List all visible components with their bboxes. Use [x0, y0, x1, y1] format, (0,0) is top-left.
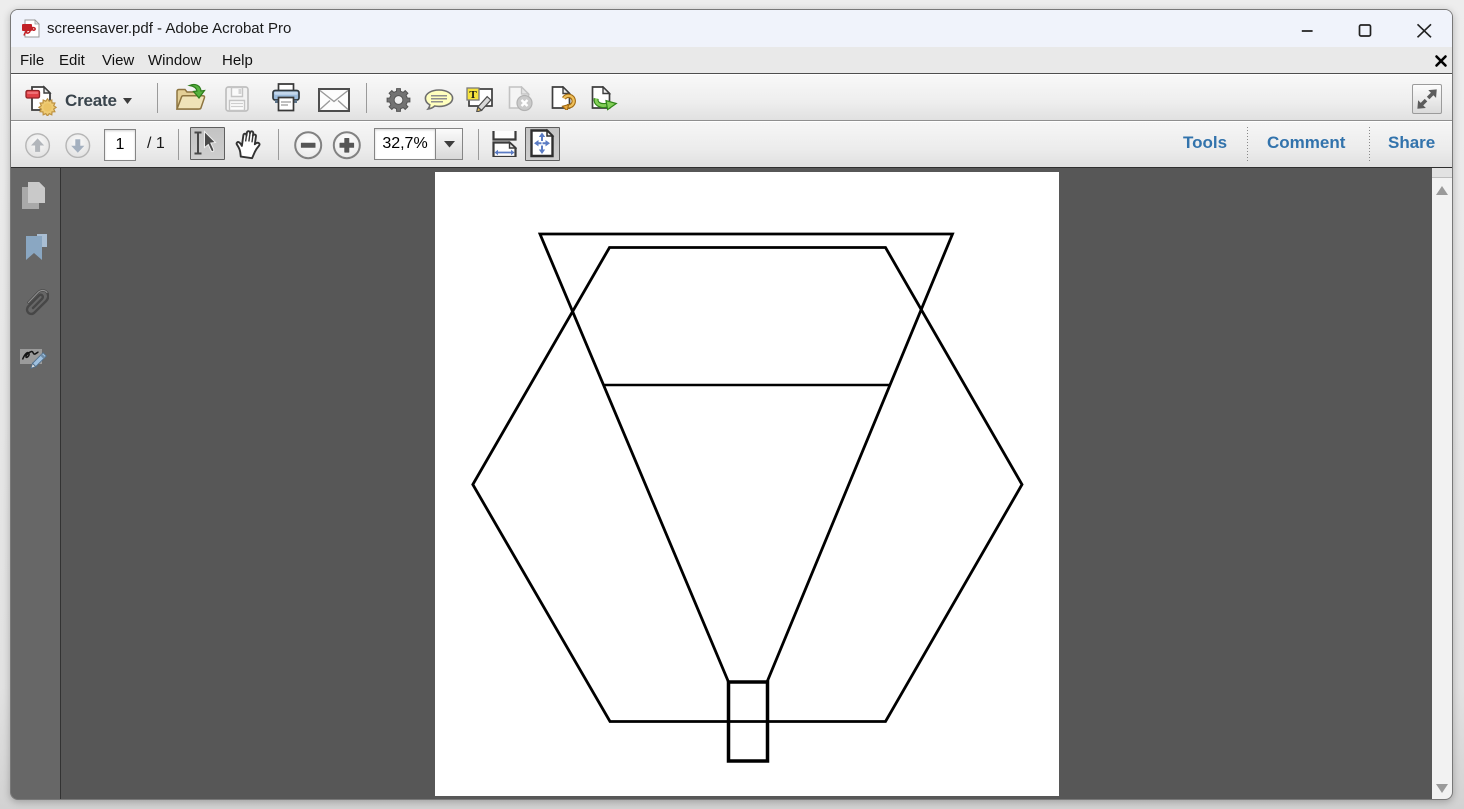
svg-text:T: T — [469, 89, 477, 101]
